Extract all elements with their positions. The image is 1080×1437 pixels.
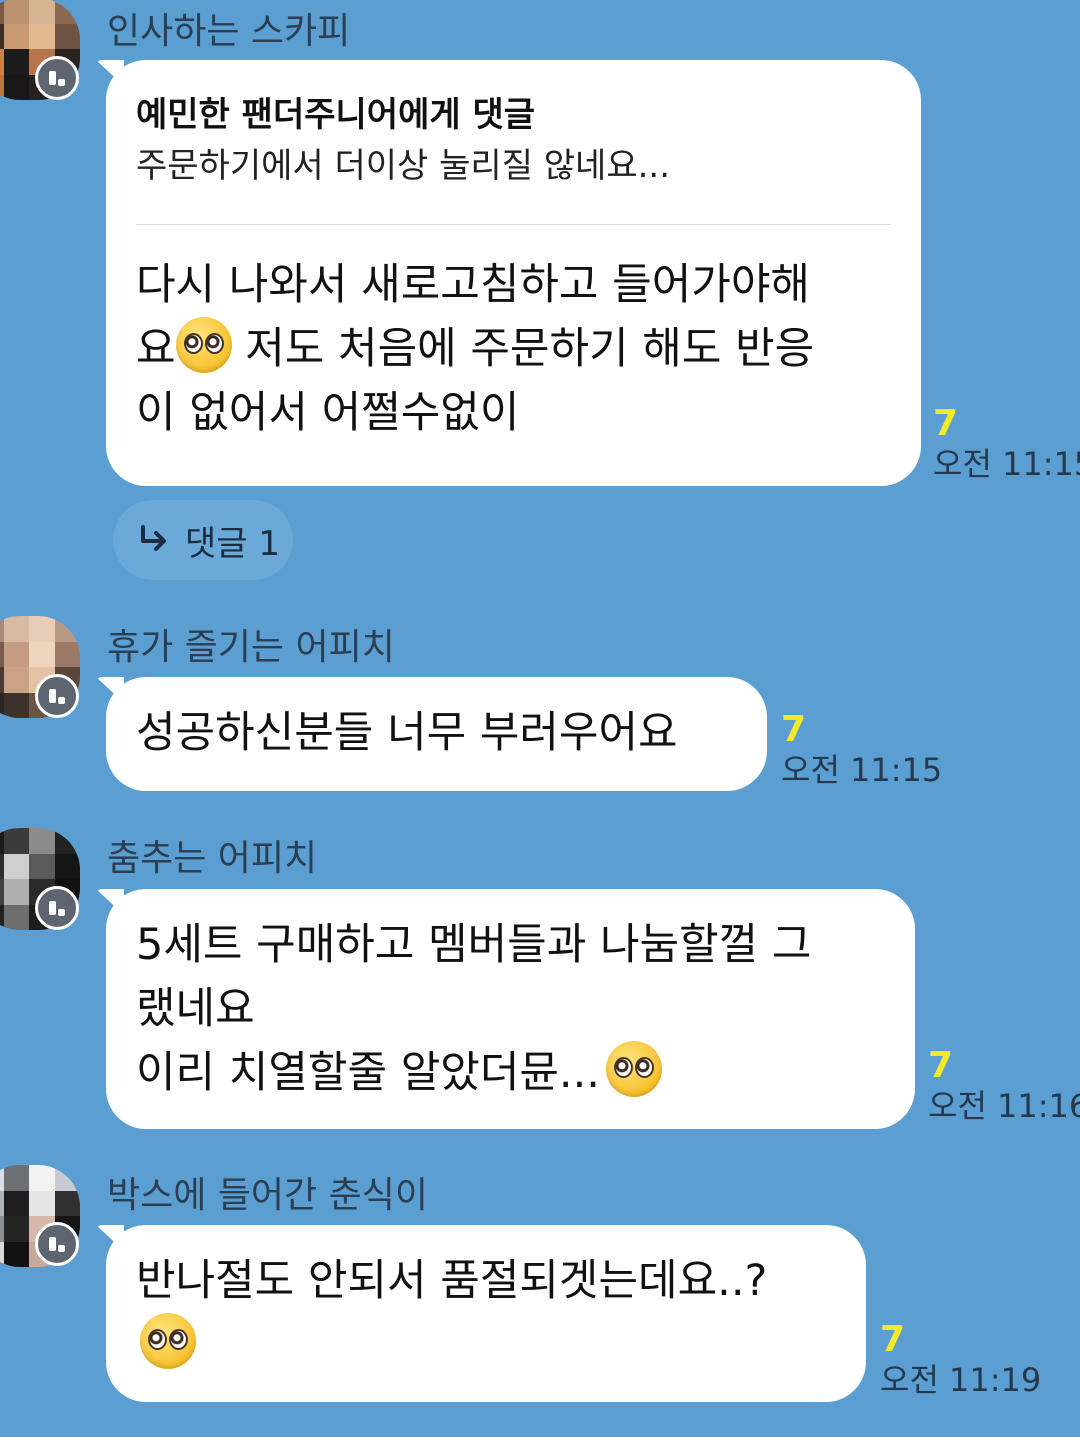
message-bubble[interactable]: 5세트 구매하고 멤버들과 나눔할껄 그 랬네요 이리 치열할줄 알았더뮨... — [106, 889, 915, 1129]
message-meta: 7 오전 11:15 — [933, 404, 1080, 484]
reply-count-label: 댓글 1 — [185, 523, 280, 564]
unread-count: 7 — [933, 403, 959, 444]
sender-name[interactable]: 박스에 들어간 춘식이 — [107, 1166, 428, 1218]
reply-quote-text: 주문하기에서 더이상 눌리질 않네요... — [136, 146, 671, 186]
profile-badge-icon — [35, 1222, 79, 1266]
unread-count: 7 — [880, 1319, 906, 1360]
reply-arrow-icon — [141, 525, 166, 551]
profile-badge-icon — [35, 886, 79, 930]
sender-name[interactable]: 인사하는 스카피 — [107, 2, 350, 54]
reply-quote[interactable]: 예민한 팬더주니어에게 댓글 주문하기에서 더이상 눌리질 않네요... — [136, 92, 891, 194]
message-line: 다시 나와서 새로고침하고 들어가야해 — [136, 260, 810, 310]
message-bubble[interactable]: 반나절도 안되서 품절되겟는데요..? — [106, 1225, 866, 1402]
message-meta: 7 오전 11:19 — [880, 1320, 1041, 1400]
profile-badge-icon — [35, 674, 79, 718]
message-line: 이리 치열할줄 알았더뮨... — [136, 1048, 600, 1098]
timestamp: 오전 11:15 — [933, 445, 1080, 483]
message-bubble[interactable]: 성공하신분들 너무 부러우어요 — [106, 677, 767, 791]
pleading-face-emoji — [140, 1313, 196, 1369]
timestamp: 오전 11:15 — [781, 751, 943, 789]
message-line: 저도 처음에 주문하기 해도 반응 — [245, 324, 815, 374]
message-line: 랬네요 — [136, 984, 255, 1034]
message-meta: 7 오전 11:16 — [928, 1046, 1080, 1126]
pleading-face-emoji — [605, 1041, 662, 1097]
timestamp: 오전 11:16 — [928, 1087, 1080, 1125]
pleading-face-emoji — [175, 317, 232, 373]
unread-count: 7 — [781, 709, 807, 750]
message-meta: 7 오전 11:15 — [781, 710, 942, 790]
message-bubble[interactable]: 예민한 팬더주니어에게 댓글 주문하기에서 더이상 눌리질 않네요... 다시 … — [106, 60, 921, 486]
reply-quote-title: 예민한 팬더주니어에게 댓글 — [136, 95, 536, 135]
unread-count: 7 — [928, 1045, 954, 1086]
profile-badge-icon — [35, 56, 79, 100]
message-line: 이 없어서 어쩔수없이 — [136, 388, 520, 438]
reply-thread-button[interactable]: 댓글 1 — [113, 500, 293, 580]
message-line: 성공하신분들 너무 부러우어요 — [136, 708, 678, 758]
sender-name[interactable]: 휴가 즐기는 어피치 — [107, 618, 395, 670]
message-line: 5세트 구매하고 멤버들과 나눔할껄 그 — [136, 920, 812, 970]
message-line: 반나절도 안되서 품절되겟는데요..? — [136, 1256, 768, 1306]
timestamp: 오전 11:19 — [880, 1361, 1042, 1399]
message-line: 요 — [136, 324, 176, 374]
reply-divider — [136, 224, 891, 225]
sender-name[interactable]: 춤추는 어피치 — [107, 829, 317, 881]
